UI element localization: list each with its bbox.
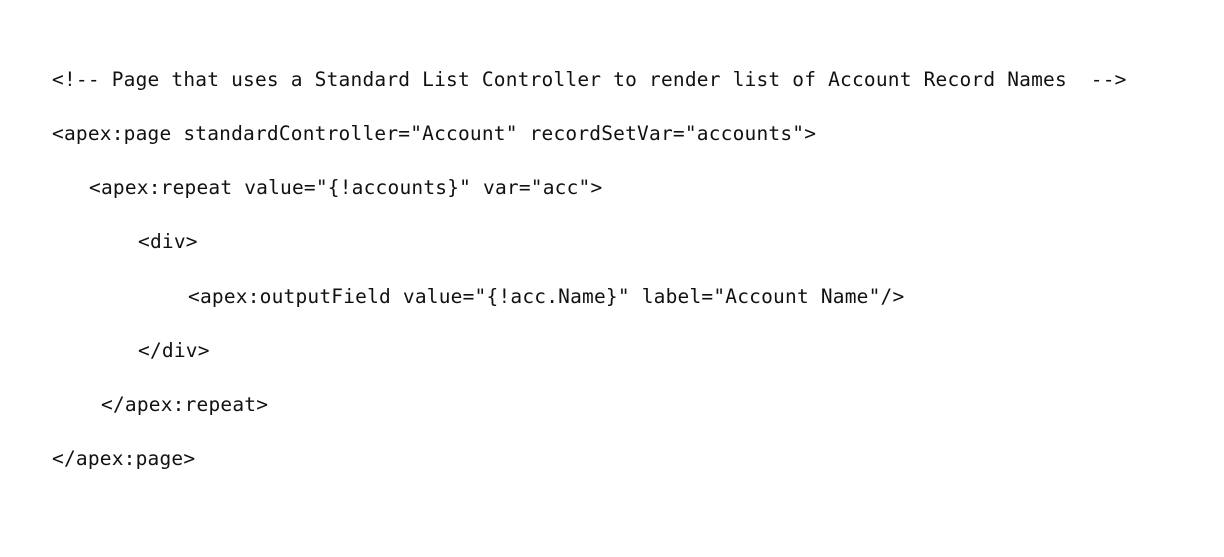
code-line-apex-repeat-open: <apex:repeat value="{!accounts}" var="ac… [89,176,603,199]
code-line-comment: <!-- Page that uses a Standard List Cont… [52,68,1127,91]
code-line-apex-repeat-close: </apex:repeat> [101,393,269,416]
code-line-output-field: <apex:outputField value="{!acc.Name}" la… [188,285,905,308]
code-line-div-close: </div> [138,339,210,362]
code-snippet: <!-- Page that uses a Standard List Cont… [0,0,1224,557]
code-line-div-open: <div> [138,230,198,253]
code-line-apex-page-close: </apex:page> [52,447,196,470]
code-line-apex-page-open: <apex:page standardController="Account" … [52,122,817,145]
